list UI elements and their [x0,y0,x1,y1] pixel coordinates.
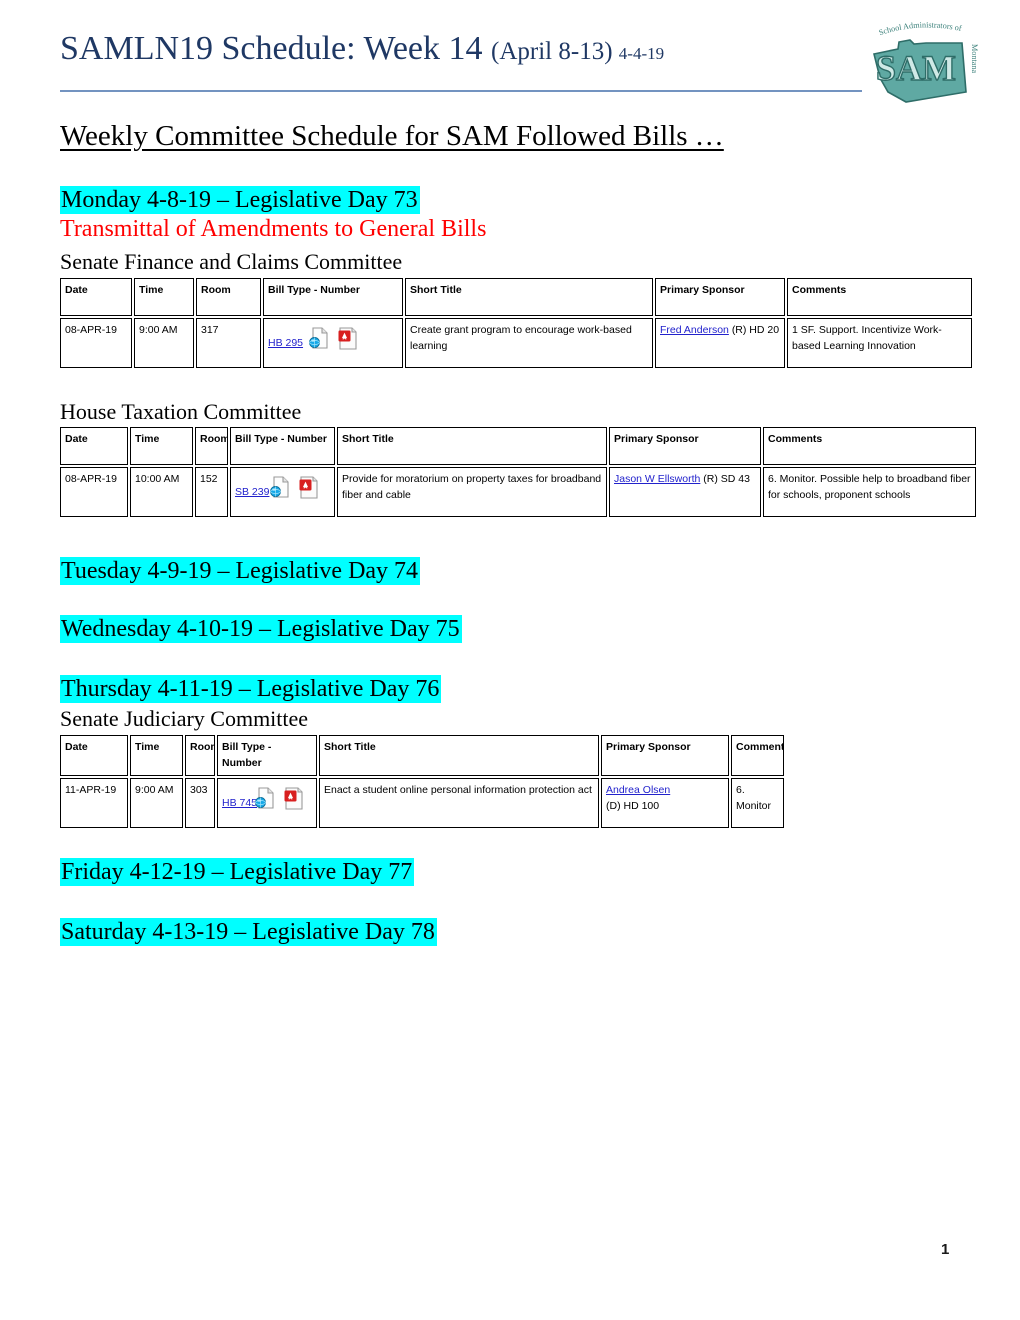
bill-link[interactable]: HB 745 [222,795,257,811]
cell-comments: 1 SF. Support. Incentivize Work-based Le… [787,318,972,368]
cell-primary-sponsor: Jason W Ellsworth (R) SD 43 [609,467,761,517]
sam-logo-side-text: Montana [970,44,978,73]
col-header-time: Time [130,735,183,776]
table-row: 08-APR-19 9:00 AM 317 HB 295 A Create gr… [60,318,972,368]
sponsor-link[interactable]: Jason W Ellsworth [614,473,700,485]
cell-primary-sponsor: Andrea Olsen (D) HD 100 [601,777,729,828]
svg-text:A: A [304,485,308,491]
cell-short-title: Enact a student online personal informat… [319,777,599,828]
web-document-icon[interactable] [254,786,278,810]
document-page: SAMLN19 Schedule: Week 14 (April 8-13) 4… [0,0,1020,1320]
col-header-comments: Comments [787,278,972,316]
col-header-date: Date [60,278,132,316]
cell-bill: HB 295 A [263,318,403,368]
sam-logo: SAM School Administrators of Montana [866,18,978,122]
cell-short-title: Provide for moratorium on property taxes… [337,467,607,517]
schedule-table-house-taxation: Date Time Room Bill Type - Number Short … [58,425,978,519]
committee-title-house-taxation: House Taxation Committee [60,399,302,424]
table-header-row: Date Time Room Bill Type - Number Short … [60,735,784,776]
sponsor-party-district: (R) SD 43 [703,473,750,485]
svg-text:A: A [343,336,347,342]
pdf-document-icon[interactable]: A [336,326,360,350]
schedule-table-senate-judiciary: Date Time Room Bill Type - Number Short … [58,733,786,830]
day-heading-thursday: Thursday 4-11-19 – Legislative Day 76 [60,675,442,704]
cell-bill: HB 745 A [217,777,317,828]
day-heading-wednesday: Wednesday 4-10-19 – Legislative Day 75 [60,615,462,644]
col-header-short-title: Short Title [405,278,653,316]
table-header-row: Date Time Room Bill Type - Number Short … [60,278,972,316]
table-header-row: Date Time Room Bill Type - Number Short … [60,427,976,465]
cell-time: 9:00 AM [134,318,194,368]
day-heading-tuesday: Tuesday 4-9-19 – Legislative Day 74 [60,557,421,586]
col-header-bill-type-number: Bill Type - Number [263,278,403,316]
sponsor-link[interactable]: Andrea Olsen [606,784,670,796]
cell-primary-sponsor: Fred Anderson (R) HD 20 [655,318,785,368]
col-header-room: Room [185,735,215,776]
table-row: 11-APR-19 9:00 AM 303 HB 745 A Enact a s… [60,777,784,828]
cell-room: 317 [196,318,261,368]
cell-time: 9:00 AM [130,777,183,828]
col-header-room: Room [196,278,261,316]
page-title-daterange: (April 8-13) [491,38,619,65]
cell-date: 08-APR-19 [60,318,132,368]
page-number: 1 [941,1241,950,1258]
svg-text:A: A [289,795,293,801]
col-header-short-title: Short Title [337,427,607,465]
pdf-document-icon[interactable]: A [297,475,321,499]
cell-comments: 6. Monitor. Possible help to broadband f… [763,467,976,517]
sam-logo-arc-text: School Administrators of [878,20,963,37]
sponsor-party-district: (R) HD 20 [731,324,780,336]
bill-icon-group: A [254,786,310,810]
cell-bill: SB 239 A [230,467,335,517]
transmittal-note: Transmittal of Amendments to General Bil… [60,216,487,242]
cell-date: 11-APR-19 [60,777,128,828]
col-header-time: Time [134,278,194,316]
col-header-primary-sponsor: Primary Sponsor [601,735,729,776]
col-header-room: Room [195,427,228,465]
col-header-date: Date [60,427,128,465]
page-title: SAMLN19 Schedule: Week 14 (April 8-13) 4… [60,30,664,68]
cell-date: 08-APR-19 [60,467,128,517]
bill-icon-group: A [308,326,364,350]
web-document-icon[interactable] [269,475,293,499]
web-document-icon[interactable] [308,326,332,350]
table-row: 08-APR-19 10:00 AM 152 SB 239 A Provide … [60,467,976,517]
committee-title-senate-judiciary: Senate Judiciary Committee [60,706,309,731]
col-header-bill-type-number: Bill Type - Number [217,735,317,776]
col-header-bill-type-number: Bill Type - Number [230,427,335,465]
sponsor-link[interactable]: Fred Anderson [660,324,729,336]
bill-link[interactable]: SB 239 [235,484,269,500]
sam-logo-monogram: SAM [876,48,956,88]
cell-short-title: Create grant program to encourage work-b… [405,318,653,368]
col-header-primary-sponsor: Primary Sponsor [609,427,761,465]
cell-room: 303 [185,777,215,828]
bill-link[interactable]: HB 295 [268,335,303,351]
col-header-comments: Comments [763,427,976,465]
col-header-primary-sponsor: Primary Sponsor [655,278,785,316]
committee-title-senate-finance-and-claims: Senate Finance and Claims Committee [60,249,403,274]
col-header-comments: Comments [731,735,784,776]
cell-room: 152 [195,467,228,517]
page-title-revision-date: 4-4-19 [618,44,665,63]
sponsor-party-district: (D) HD 100 [606,799,660,812]
pdf-document-icon[interactable]: A [282,786,306,810]
col-header-time: Time [130,427,193,465]
bill-icon-group: A [269,475,325,499]
day-heading-monday: Monday 4-8-19 – Legislative Day 73 [60,186,420,215]
document-subtitle: Weekly Committee Schedule for SAM Follow… [60,120,724,152]
day-heading-friday: Friday 4-12-19 – Legislative Day 77 [60,858,415,887]
page-title-main: SAMLN19 Schedule: Week 14 [60,30,492,67]
day-heading-saturday: Saturday 4-13-19 – Legislative Day 78 [60,918,437,947]
col-header-short-title: Short Title [319,735,599,776]
col-header-date: Date [60,735,128,776]
schedule-table-senate-finance-and-claims: Date Time Room Bill Type - Number Short … [58,276,974,370]
cell-comments: 6. Monitor [731,777,784,828]
cell-time: 10:00 AM [130,467,193,517]
header-divider [60,90,862,92]
